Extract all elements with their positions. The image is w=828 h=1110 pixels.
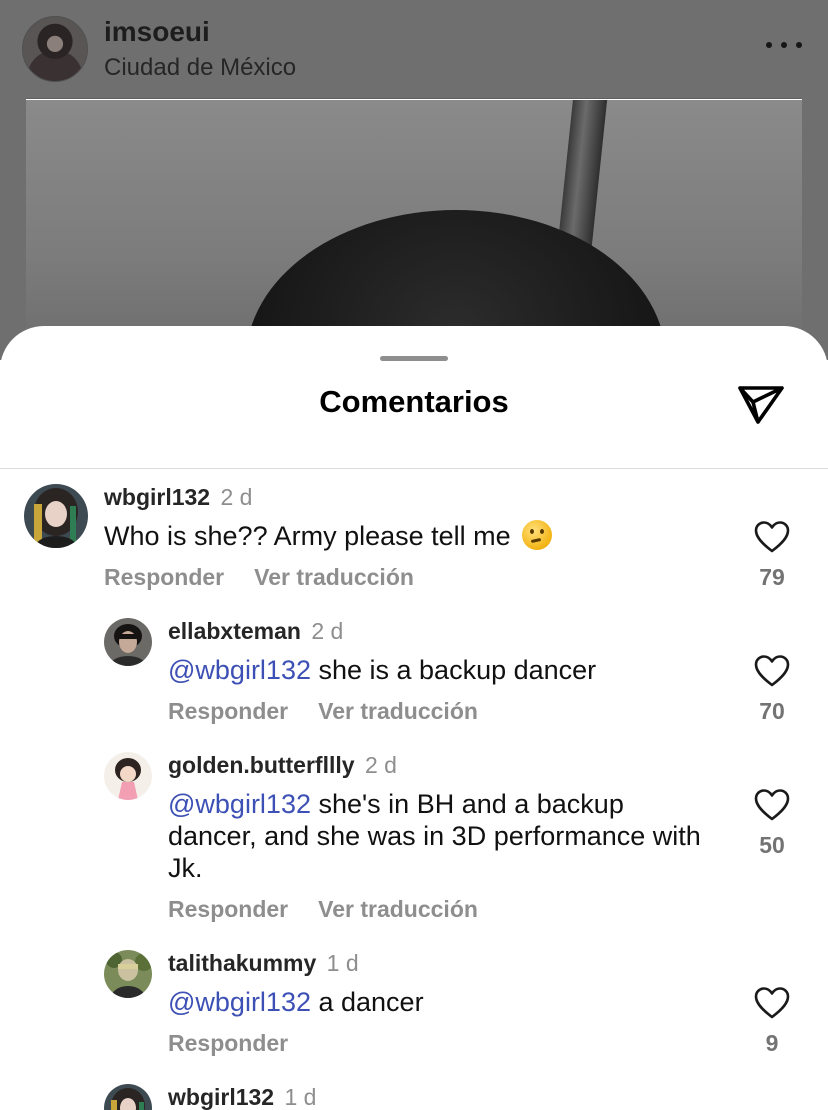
see-translation-button[interactable]: Ver traducción <box>318 896 478 922</box>
comment-body: Who is she?? Army please tell me <box>104 521 511 551</box>
comment-time: 2 d <box>364 752 397 778</box>
reply-button[interactable]: Responder <box>168 1030 288 1056</box>
like-control: 70 <box>750 654 794 725</box>
thinking-face-icon <box>522 520 553 550</box>
comments-sheet: Comentarios wbgirl132 2 d Who is she?? A… <box>0 326 828 1110</box>
post-author-username[interactable]: imsoeui <box>104 16 210 48</box>
backdrop-left <box>0 98 26 360</box>
post-image <box>26 100 802 360</box>
comment-body: a dancer <box>310 987 424 1017</box>
like-control: 9 <box>750 986 794 1057</box>
avatar[interactable] <box>24 484 88 548</box>
comment-time: 2 d <box>311 618 344 644</box>
backdrop-right <box>802 98 828 360</box>
paper-plane-icon[interactable] <box>736 382 786 426</box>
like-control: 79 <box>750 520 794 591</box>
comment-username[interactable]: golden.butterfllly <box>168 752 355 778</box>
post-location[interactable]: Ciudad de México <box>104 54 296 82</box>
like-control: 50 <box>750 788 794 859</box>
see-translation-button[interactable]: Ver traducción <box>318 698 478 724</box>
sheet-divider <box>0 468 828 469</box>
avatar[interactable] <box>104 950 152 998</box>
comment-username[interactable]: wbgirl132 <box>168 1084 274 1110</box>
avatar[interactable] <box>104 1084 152 1110</box>
like-count: 70 <box>759 698 785 724</box>
heart-outline-icon[interactable] <box>754 654 790 688</box>
like-count: 50 <box>759 832 785 858</box>
like-count: 79 <box>759 564 785 590</box>
avatar[interactable] <box>104 618 152 666</box>
comment-username[interactable]: talithakummy <box>168 950 316 976</box>
comment-body: she is a backup dancer <box>310 655 597 685</box>
mention-link[interactable]: @wbgirl132 <box>168 655 311 685</box>
comment-username[interactable]: ellabxteman <box>168 618 301 644</box>
comment-text: @wbgirl132 she's in BH and a backup danc… <box>168 788 708 884</box>
heart-outline-icon[interactable] <box>754 986 790 1020</box>
more-options-icon[interactable] <box>766 30 802 60</box>
comment-text: @wbgirl132 a dancer <box>168 986 728 1018</box>
sheet-title: Comentarios <box>319 384 509 419</box>
heart-outline-icon[interactable] <box>754 520 790 554</box>
post-author-avatar[interactable] <box>22 16 88 82</box>
mention-link[interactable]: @wbgirl132 <box>168 987 311 1017</box>
reply-button[interactable]: Responder <box>168 698 288 724</box>
like-count: 9 <box>765 1030 779 1056</box>
comment-time: 2 d <box>220 484 253 510</box>
sheet-drag-handle[interactable] <box>380 356 448 361</box>
reply-button[interactable]: Responder <box>168 896 288 922</box>
comment-text: Who is she?? Army please tell me <box>104 520 724 552</box>
comment-text: @wbgirl132 she is a backup dancer <box>168 654 728 686</box>
reply-button[interactable]: Responder <box>104 564 224 590</box>
avatar[interactable] <box>104 752 152 800</box>
comment-time: 1 d <box>284 1084 317 1110</box>
heart-outline-icon[interactable] <box>754 788 790 822</box>
comment-username[interactable]: wbgirl132 <box>104 484 210 510</box>
post-header: imsoeui Ciudad de México <box>0 0 828 99</box>
comment-time: 1 d <box>326 950 359 976</box>
mention-link[interactable]: @wbgirl132 <box>168 789 311 819</box>
see-translation-button[interactable]: Ver traducción <box>254 564 414 590</box>
